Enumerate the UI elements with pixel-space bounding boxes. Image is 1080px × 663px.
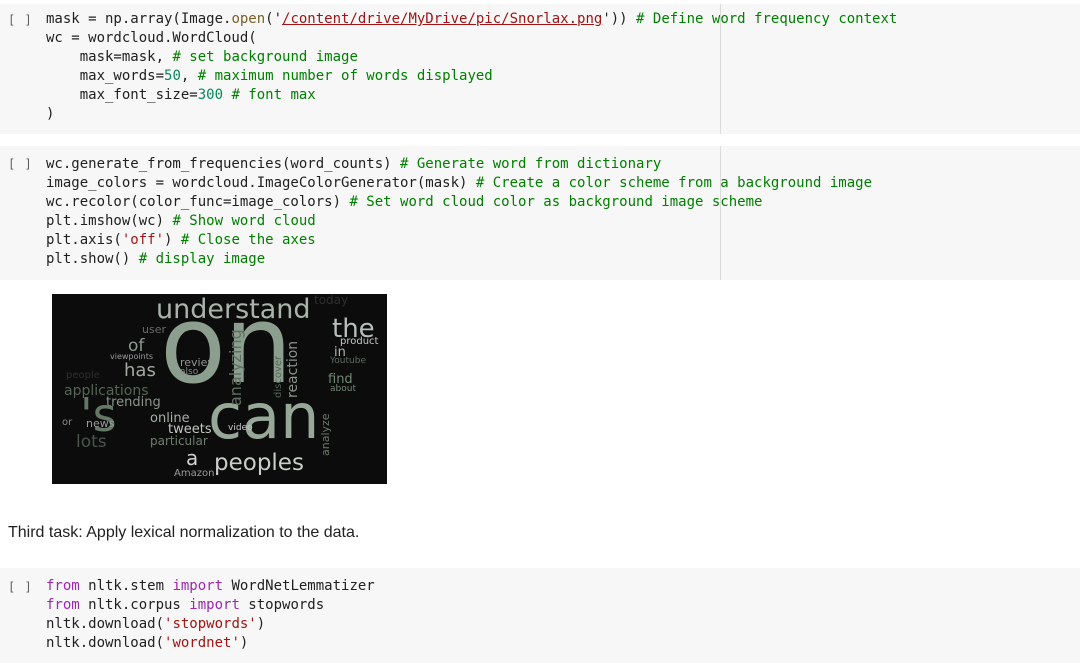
run-cell-button[interactable]: [ ]	[8, 13, 33, 27]
code-cell-3[interactable]: [ ] from nltk.stem import WordNetLemmati…	[0, 568, 1080, 663]
code-token: wc.recolor(color_func=image_colors)	[46, 194, 350, 210]
code-token: )	[239, 635, 249, 651]
file-path-link[interactable]: /content/drive/MyDrive/pic/Snorlax.png	[282, 11, 602, 27]
code-token: image_colors = wordcloud.ImageColorGener…	[46, 175, 476, 191]
wc-word-can: can	[208, 380, 320, 453]
code-token: '))	[602, 11, 637, 27]
code-keyword: import	[189, 597, 240, 613]
code-editor[interactable]: mask = np.array(Image.open('/content/dri…	[46, 10, 897, 124]
wc-word-people: people	[66, 370, 100, 381]
code-comment: # maximum number of words displayed	[197, 68, 493, 84]
wc-word-peoples: peoples	[214, 450, 304, 476]
code-token: max_font_size=	[46, 87, 198, 103]
code-comment: # display image	[138, 251, 266, 267]
code-token: wc.generate_from_frequencies(word_counts…	[46, 156, 401, 172]
code-token: mask = np.array(Image.	[46, 11, 232, 27]
markdown-text: Third task: Apply lexical normalization …	[8, 524, 360, 541]
run-cell-button[interactable]: [ ]	[8, 580, 33, 594]
wc-word-user: user	[142, 323, 166, 336]
code-token: )	[164, 232, 181, 248]
code-comment: # set background image	[172, 49, 358, 65]
wc-word-or: or	[62, 417, 73, 428]
code-keyword: import	[172, 578, 224, 594]
code-number: 50	[164, 68, 181, 84]
code-cell-1[interactable]: [ ] mask = np.array(Image.open('/content…	[0, 4, 1080, 134]
wc-word-also: also	[180, 367, 199, 377]
code-token: plt.imshow(wc)	[46, 213, 173, 229]
wc-word-discover: discover	[273, 355, 284, 398]
code-comment: # Set word cloud color as background ima…	[349, 194, 763, 210]
code-token: mask=mask,	[46, 49, 173, 65]
code-comment: # Define word frequency context	[636, 11, 898, 27]
code-cell-2[interactable]: [ ] wc.generate_from_frequencies(word_co…	[0, 146, 1080, 280]
code-token: ,	[180, 68, 198, 84]
wc-word-today: today	[314, 294, 349, 307]
wc-word-has: has	[124, 360, 156, 381]
wc-word-about: about	[330, 384, 356, 394]
wc-word-lots: lots	[76, 432, 107, 452]
code-comment: # Create a color scheme from a backgroun…	[475, 175, 873, 191]
code-token: max_words=	[46, 68, 165, 84]
code-token: nltk.download(	[46, 635, 165, 651]
code-token: WordNetLemmatizer	[223, 578, 375, 594]
wc-word-video: video	[228, 423, 253, 433]
run-cell-button[interactable]: [ ]	[8, 157, 33, 171]
wc-word-amazon: Amazon	[174, 468, 215, 479]
code-comment: # Close the axes	[180, 232, 316, 248]
wc-word-particular: particular	[150, 434, 208, 448]
code-token: nltk.download(	[46, 616, 165, 632]
wc-word-analyzing: analyzing	[226, 329, 245, 406]
code-token: stopwords	[239, 597, 325, 613]
code-comment: # Show word cloud	[172, 213, 316, 229]
code-string: 'stopwords'	[164, 616, 257, 632]
code-token: nltk.stem	[79, 578, 173, 594]
code-string: 'off'	[121, 232, 165, 248]
wc-word-analyze: analyze	[319, 413, 332, 456]
wc-word-reaction: reaction	[285, 340, 301, 398]
code-comment: # Generate word from dictionary	[400, 156, 662, 172]
wordcloud-output-image: understand today on the product in Youtu…	[52, 294, 387, 484]
ruler-line	[720, 4, 721, 134]
code-keyword: from	[46, 597, 80, 613]
code-keyword: from	[46, 578, 80, 594]
code-number: 300	[197, 87, 224, 103]
wc-word-youtube: Youtube	[330, 356, 366, 366]
code-token: plt.axis(	[46, 232, 122, 248]
code-token: nltk.corpus	[79, 597, 190, 613]
code-editor[interactable]: wc.generate_from_frequencies(word_counts…	[46, 155, 872, 269]
code-token: wc = wordcloud.WordCloud(	[46, 30, 257, 46]
wc-word-a: a	[186, 446, 199, 470]
code-editor[interactable]: from nltk.stem import WordNetLemmatizer …	[46, 577, 375, 653]
code-comment: # font max	[231, 87, 316, 103]
ruler-line	[720, 146, 721, 280]
code-token: )	[256, 616, 266, 632]
code-string: 'wordnet'	[164, 635, 240, 651]
code-token: ('	[265, 11, 283, 27]
wc-word-news: news	[86, 417, 115, 430]
code-token: )	[46, 106, 55, 122]
code-token: open	[231, 11, 266, 27]
code-token: plt.show()	[46, 251, 139, 267]
